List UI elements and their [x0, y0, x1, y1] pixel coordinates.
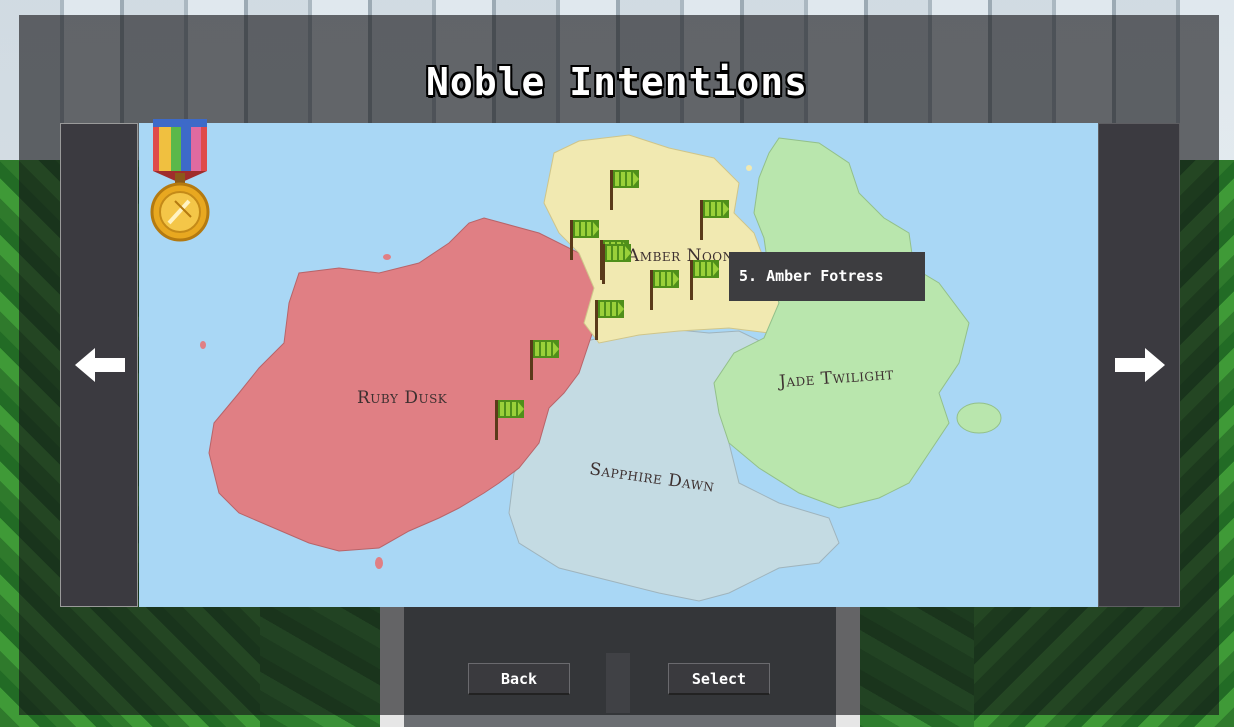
next-map-button[interactable]: [1098, 123, 1180, 607]
flag-marker-icon[interactable]: [648, 268, 682, 312]
arrow-left-icon: [75, 348, 125, 382]
flag-marker-icon[interactable]: [528, 338, 562, 382]
island: [746, 165, 752, 171]
select-button[interactable]: Select: [668, 663, 770, 695]
gold-medal-icon: [150, 119, 210, 242]
flag-marker-icon[interactable]: [493, 398, 527, 442]
island: [200, 341, 206, 349]
island: [375, 557, 383, 569]
previous-map-button[interactable]: [60, 123, 138, 607]
arrow-right-icon: [1115, 348, 1165, 382]
island: [383, 254, 391, 260]
location-tooltip: 5. Amber Fotress: [729, 252, 925, 301]
level-title: Noble Intentions: [425, 60, 809, 104]
flag-marker-icon[interactable]: [600, 242, 634, 286]
flag-marker-icon[interactable]: [568, 218, 602, 262]
back-button[interactable]: Back: [468, 663, 570, 695]
flag-marker-icon[interactable]: [593, 298, 627, 342]
island: [956, 402, 1002, 434]
flag-marker-icon[interactable]: [608, 168, 642, 212]
flag-marker-icon[interactable]: [688, 258, 722, 302]
region-label-ruby-dusk: Ruby Dusk: [357, 388, 448, 408]
flag-marker-icon[interactable]: [698, 198, 732, 242]
